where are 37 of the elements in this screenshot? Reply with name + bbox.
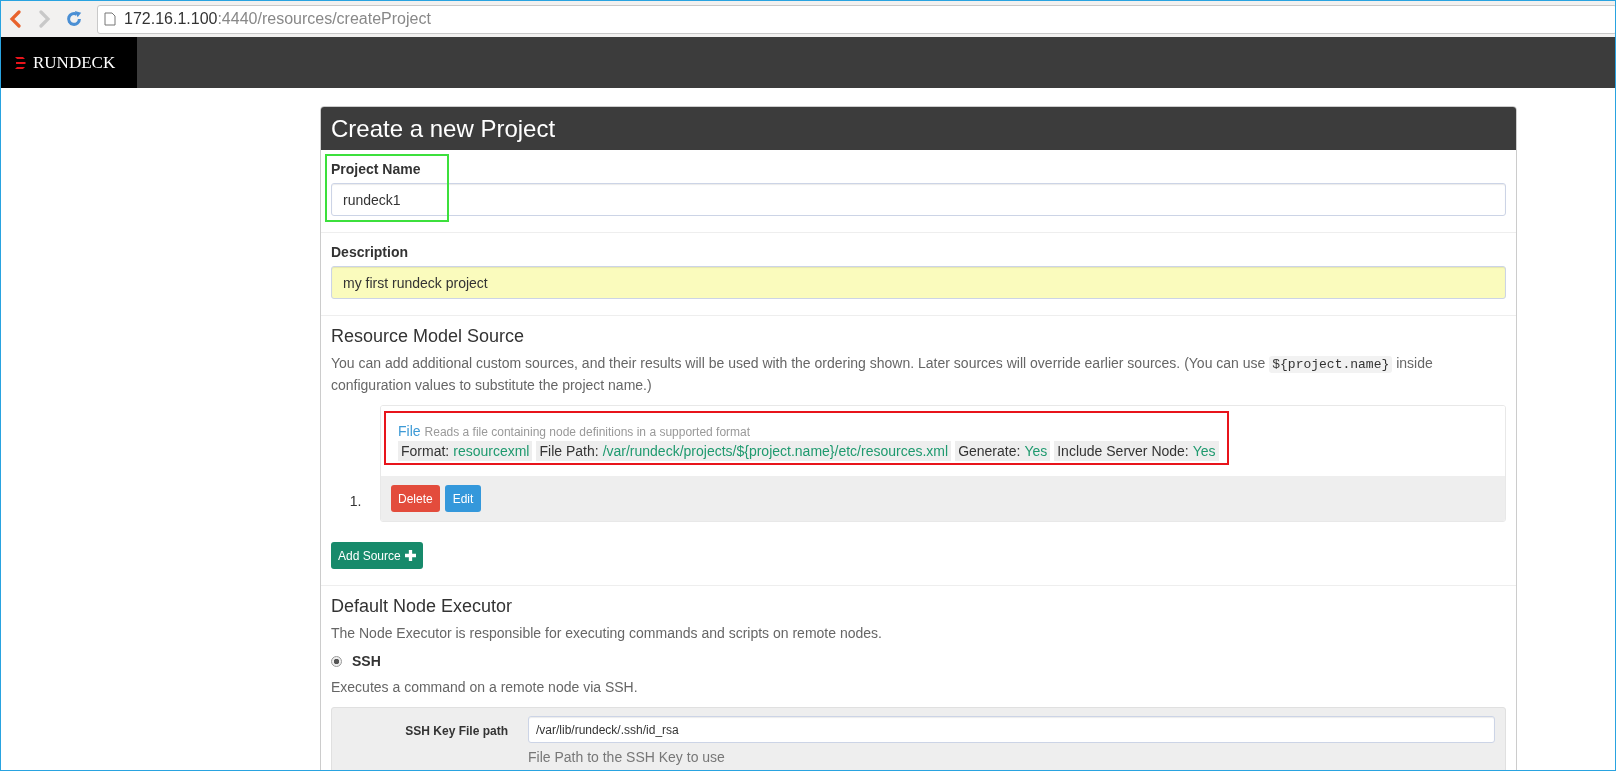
property-name: Include Server Node: — [1057, 443, 1189, 459]
section-heading: Resource Model Source — [331, 325, 526, 348]
property-value: resourcexml — [453, 443, 530, 459]
add-source-button[interactable]: Add Source — [331, 542, 423, 569]
text-field[interactable]: rundeck1 — [331, 183, 1506, 216]
reload-icon[interactable] — [65, 10, 83, 28]
property-name: Format: — [401, 443, 450, 459]
property-name: File Path: — [539, 443, 599, 459]
source-summary: Reads a file containing node definitions in a supported format — [424, 425, 751, 439]
page-icon — [104, 12, 116, 26]
option-description: Executes a command on a remote node via SSH. — [331, 678, 639, 697]
section-description: The Node Executor is responsible for executing commands and scripts on remote nodes. — [331, 624, 883, 643]
plus-icon — [404, 550, 416, 561]
list-number: 1. — [348, 493, 363, 511]
property-name: Generate: — [958, 443, 1021, 459]
property-value: /var/rundeck/projects/${project.name}/etc/resources.xml — [602, 443, 949, 459]
property-value: Yes — [1024, 443, 1048, 459]
url-host: 172.16.1.100 — [124, 10, 218, 28]
field-label: Description — [331, 243, 409, 262]
section-heading: Default Node Executor — [331, 595, 514, 618]
property-value: Yes — [1192, 443, 1216, 459]
url-path: :4440/resources/createProject — [217, 10, 431, 28]
text-field[interactable]: /var/lib/rundeck/.ssh/id_rsa — [528, 716, 1495, 743]
delete-button[interactable]: Delete — [391, 485, 440, 512]
setting-help: File Path to the SSH Key to use — [528, 749, 726, 765]
brand-link[interactable]: RUNDECK — [1, 37, 137, 88]
text-field[interactable]: my first rundeck project — [331, 266, 1506, 299]
section-description: You can add additional custom sources, and their results will be used with the ordering shown. Later sources will override earlier sources. (You can use ${project.name} inside configuration values to substitute the project name.) — [331, 354, 1434, 395]
radio-label: SSH — [352, 653, 381, 669]
panel-title: Create a new Project — [321, 107, 1516, 150]
radio-button[interactable] — [331, 655, 342, 667]
field-label: Project Name — [331, 160, 422, 179]
brand-name: RUNDECK — [33, 52, 116, 73]
setting-label: SSH Key File path — [404, 723, 509, 740]
address-bar[interactable]: 172.16.1.100:4440/resources/createProject — [97, 4, 1615, 34]
logo-icon — [15, 56, 27, 69]
back-icon[interactable] — [9, 10, 23, 28]
